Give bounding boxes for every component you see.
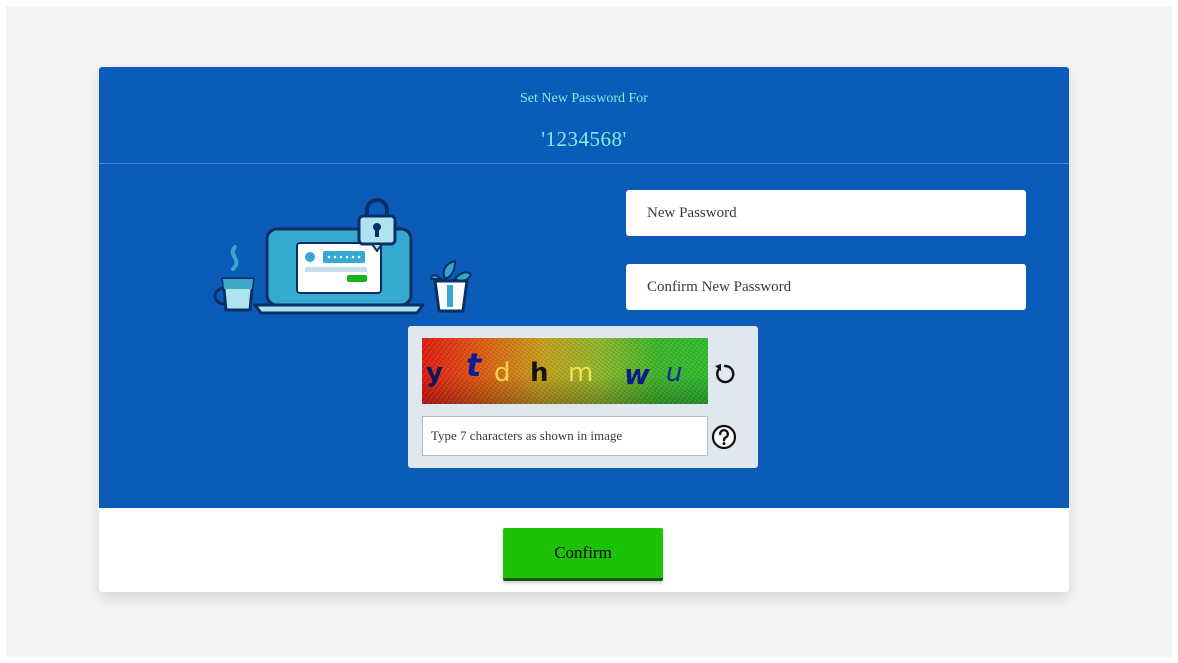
card-blue-panel: Set New Password For '1234568' y t d h m… bbox=[99, 67, 1069, 508]
captcha-char: h bbox=[530, 358, 549, 388]
captcha-characters: y t d h m w u bbox=[422, 346, 708, 394]
confirm-button[interactable]: Confirm bbox=[503, 528, 663, 581]
header-title: Set New Password For bbox=[520, 91, 648, 106]
captcha-char: t bbox=[466, 346, 482, 384]
new-password-field[interactable] bbox=[626, 190, 1026, 236]
coffee-cup-icon bbox=[213, 245, 255, 312]
laptop-icon bbox=[253, 227, 425, 315]
captcha-input[interactable] bbox=[422, 416, 708, 456]
laptop-lock-illustration bbox=[213, 198, 473, 315]
question-circle-icon[interactable] bbox=[711, 424, 737, 450]
captcha-panel: y t d h m w u bbox=[408, 326, 758, 468]
captcha-char: u bbox=[666, 358, 683, 388]
card-header: Set New Password For '1234568' bbox=[99, 67, 1069, 164]
padlock-icon bbox=[357, 198, 397, 252]
reset-password-card: Set New Password For '1234568' y t d h m… bbox=[99, 67, 1069, 592]
plant-pot-icon bbox=[429, 259, 473, 313]
refresh-icon[interactable] bbox=[712, 361, 738, 387]
header-username: '1234568' bbox=[541, 127, 627, 151]
captcha-char: d bbox=[494, 358, 511, 388]
captcha-char: m bbox=[568, 358, 594, 388]
captcha-char: w bbox=[624, 358, 650, 391]
confirm-password-field[interactable] bbox=[626, 264, 1026, 310]
captcha-char: y bbox=[426, 358, 443, 388]
captcha-image: y t d h m w u bbox=[422, 338, 708, 404]
